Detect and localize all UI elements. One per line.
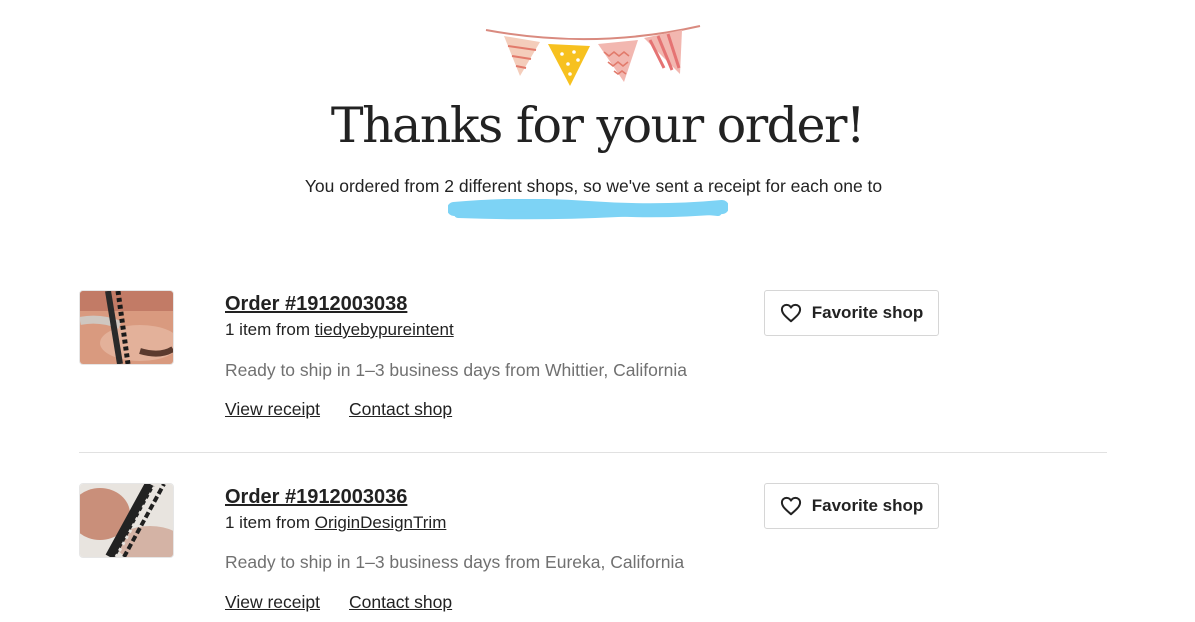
favorite-shop-button[interactable]: Favorite shop	[764, 483, 939, 529]
heart-outline-icon	[780, 303, 801, 323]
items-prefix-text: 1 item from	[225, 320, 315, 339]
view-receipt-link[interactable]: View receipt	[225, 591, 320, 613]
items-prefix-text: 1 item from	[225, 513, 315, 532]
product-thumbnail[interactable]	[79, 483, 174, 558]
order-items-summary: 1 item from tiedyebypureintent	[225, 319, 454, 341]
order-items-summary: 1 item from OriginDesignTrim	[225, 512, 446, 534]
heart-outline-icon	[780, 496, 801, 516]
order-number-link[interactable]: Order #1912003038	[225, 292, 407, 316]
shop-name-link[interactable]: OriginDesignTrim	[315, 513, 447, 532]
shop-name-link[interactable]: tiedyebypureintent	[315, 320, 454, 339]
order-card: Order #1912003036 1 item from OriginDesi…	[0, 0, 1195, 612]
product-thumbnail[interactable]	[79, 290, 174, 365]
contact-shop-link[interactable]: Contact shop	[349, 398, 452, 420]
order-number-link[interactable]: Order #1912003036	[225, 485, 407, 509]
favorite-shop-button[interactable]: Favorite shop	[764, 290, 939, 336]
view-receipt-link[interactable]: View receipt	[225, 398, 320, 420]
favorite-shop-label: Favorite shop	[811, 496, 924, 515]
order-divider	[79, 452, 1107, 453]
contact-shop-link[interactable]: Contact shop	[349, 591, 452, 613]
receipt-message: You ordered from 2 different shops, so w…	[304, 176, 883, 196]
favorite-shop-label: Favorite shop	[811, 303, 924, 322]
shipping-info: Ready to ship in 1–3 business days from …	[225, 360, 688, 380]
redacted-email	[448, 199, 728, 220]
shipping-info: Ready to ship in 1–3 business days from …	[225, 552, 685, 572]
